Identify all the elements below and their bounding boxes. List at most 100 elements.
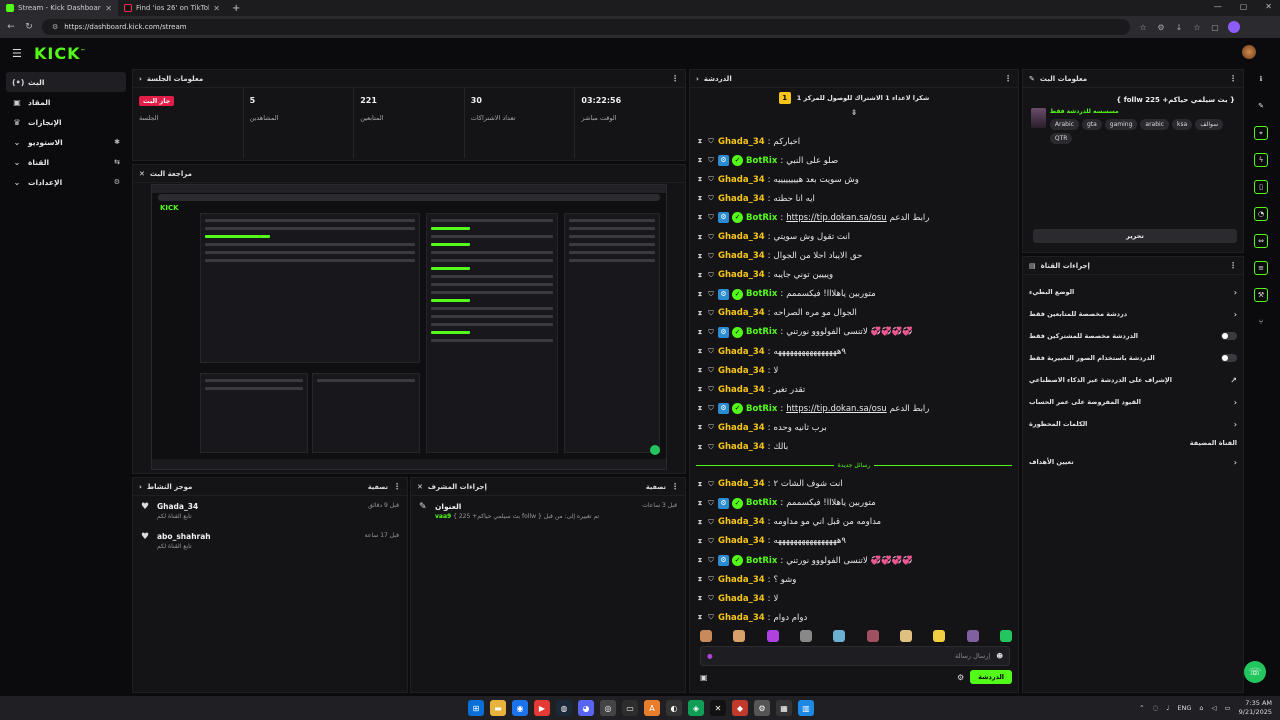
chat-message[interactable]: ⧗ ⛉ ⚙ ✓ BotRix: https://tip.dokan.sa/osu رابط …: [696, 208, 1012, 227]
chat-message[interactable]: ⧗ ⛉ ⚙ ✓ BotRix: https://tip.dokan.sa/osu رابط …: [696, 399, 1012, 418]
sidebar-item-videos[interactable]: ▣ المقاد: [6, 92, 126, 112]
pinned-message[interactable]: 1 شكرا لاعداء 1 الاشتراك للوصول للمركز 1: [690, 88, 1018, 108]
edit-icon[interactable]: ✎: [1029, 75, 1035, 83]
chat-username[interactable]: BotRix: [746, 327, 777, 337]
mic-icon[interactable]: ●: [707, 652, 713, 660]
emote-icon[interactable]: [999, 630, 1012, 642]
download-icon[interactable]: ↓: [1174, 23, 1184, 32]
chat-username[interactable]: Ghada_34: [718, 423, 765, 433]
mod-action-icon[interactable]: ⧗: [696, 252, 704, 261]
chat-message[interactable]: ⧗ ⛉ Ghada_34: مداومه من قبل اني مو مداومه: [696, 513, 1012, 532]
mod-action-icon[interactable]: ⧗: [696, 328, 704, 337]
chat-input[interactable]: ● إرسال رسالة ☻: [700, 646, 1010, 666]
chat-username[interactable]: Ghada_34: [718, 366, 765, 376]
emote-icon[interactable]: [799, 630, 812, 642]
star-icon[interactable]: ☆: [1192, 23, 1202, 32]
chat-username[interactable]: Ghada_34: [718, 613, 765, 623]
close-icon[interactable]: ✕: [417, 483, 423, 491]
crosshair-icon[interactable]: ⌖: [1254, 126, 1268, 140]
send-chat-button[interactable]: الدردشة: [970, 670, 1012, 684]
discord-icon[interactable]: ◕: [578, 700, 594, 716]
mod-action-icon[interactable]: ⧗: [696, 518, 704, 527]
sidebar-item-live[interactable]: (•) البث: [6, 72, 126, 92]
chat-message[interactable]: ⧗ ⛉ Ghada_34: تقدر تغير: [696, 380, 1012, 399]
chat-username[interactable]: Ghada_34: [718, 575, 765, 585]
more-icon[interactable]: ⋮: [671, 482, 679, 491]
chat-message[interactable]: ⧗ ⛉ Ghada_34: انت شوف الشات ٢: [696, 475, 1012, 494]
minimize-icon[interactable]: —: [1214, 2, 1222, 11]
chevron-icon[interactable]: ›: [139, 483, 142, 491]
action-ai-moderation[interactable]: الإشراف على الدردشة عبر الذكاء الاصطناعي…: [1023, 369, 1243, 391]
user-avatar[interactable]: [1242, 45, 1256, 59]
chat-username[interactable]: BotRix: [746, 556, 777, 566]
mod-action-icon[interactable]: ⧗: [696, 443, 704, 452]
close-icon[interactable]: ✕: [213, 4, 220, 13]
volume-icon[interactable]: ◁: [1212, 704, 1217, 712]
chat-message[interactable]: ⧗ ⛉ Ghada_34: لا: [696, 361, 1012, 380]
chat-username[interactable]: Ghada_34: [718, 385, 765, 395]
action-set-goals[interactable]: تعيين الأهداف ›: [1023, 451, 1243, 473]
tab-tiktok[interactable]: Find 'ios 26' on TikTok | TikTok Se ✕: [118, 0, 226, 16]
sidebar-item-studio[interactable]: ⌄ الاستوديو ✱: [6, 132, 126, 152]
lang-indicator[interactable]: ENG: [1177, 704, 1191, 712]
chat-message[interactable]: ⧗ ⛉ ⚙ ✓ BotRix: صلو على النبي: [696, 151, 1012, 170]
wrench-icon[interactable]: ⚒: [1254, 288, 1268, 302]
gift-icon[interactable]: ▣: [700, 673, 708, 682]
mod-action-icon[interactable]: ⧗: [696, 309, 704, 318]
chat-username[interactable]: BotRix: [746, 156, 777, 166]
chat-username[interactable]: Ghada_34: [718, 194, 765, 204]
list-icon[interactable]: ≡: [1254, 261, 1268, 275]
mod-action-icon[interactable]: ⧗: [696, 366, 704, 375]
tray-chevron-icon[interactable]: ⌃: [1139, 704, 1144, 712]
filter-button[interactable]: تصفية: [646, 483, 666, 491]
tag[interactable]: Arabic: [1049, 119, 1079, 130]
app-blue-icon[interactable]: ▥: [798, 700, 814, 716]
action-account-age[interactable]: القيود المفروضة على عمر الحساب ›: [1023, 391, 1243, 413]
emote-icon[interactable]: [933, 630, 946, 642]
mod-action-icon[interactable]: ⧗: [696, 423, 704, 432]
more-icon[interactable]: ⋮: [1229, 74, 1237, 83]
tag[interactable]: ksa: [1172, 119, 1193, 130]
emote-icon[interactable]: [700, 630, 712, 642]
chat-username[interactable]: Ghada_34: [718, 594, 765, 604]
tag[interactable]: gta: [1081, 119, 1102, 130]
chat-username[interactable]: Ghada_34: [718, 175, 765, 185]
chat-username[interactable]: Ghada_34: [718, 479, 765, 489]
chevron-icon[interactable]: ›: [696, 75, 699, 83]
chat-message[interactable]: ⧗ ⛉ ⚙ ✓ BotRix: متوربين ياهلااا! فيكسممم: [696, 285, 1012, 304]
chat-message[interactable]: ⧗ ⛉ Ghada_34: انت تقول وش سويتي: [696, 227, 1012, 246]
close-window-icon[interactable]: ✕: [1265, 2, 1272, 11]
mic-tray-icon[interactable]: ♩: [1166, 704, 1169, 712]
info-icon[interactable]: ℹ: [1254, 72, 1268, 86]
emote-icon[interactable]: [766, 630, 779, 642]
chat-message[interactable]: ⧗ ⛉ ⚙ ✓ BotRix: لاتنسى الفولووو نورتني 💞💞💞💞: [696, 323, 1012, 342]
chat-username[interactable]: BotRix: [746, 404, 777, 414]
back-icon[interactable]: ←: [6, 22, 16, 32]
emote-icon[interactable]: [899, 630, 912, 642]
tab-kick-dashboard[interactable]: Stream - Kick Dashboard ✕: [0, 0, 118, 16]
emote-icon[interactable]: [966, 630, 979, 642]
chat-username[interactable]: Ghada_34: [718, 137, 765, 147]
youtube-icon[interactable]: ▶: [534, 700, 550, 716]
chat-username[interactable]: Ghada_34: [718, 232, 765, 242]
sidebar-item-achievements[interactable]: ♛ الإنجازات: [6, 112, 126, 132]
emote-only-toggle[interactable]: [1221, 354, 1237, 362]
edit-stream-button[interactable]: تحرير: [1033, 229, 1237, 243]
mod-action-icon[interactable]: ⧗: [696, 385, 704, 394]
chat-message[interactable]: ⧗ ⛉ Ghada_34: وش سويت بعد هييييييييه: [696, 170, 1012, 189]
mod-action-icon[interactable]: ⧗: [696, 233, 704, 242]
chat-bubble-icon[interactable]: ◔: [1254, 207, 1268, 221]
url-field[interactable]: ⚙ https://dashboard.kick.com/stream: [42, 19, 1130, 35]
app-green-icon[interactable]: ◈: [688, 700, 704, 716]
emote-icon[interactable]: [733, 630, 746, 642]
new-tab-icon[interactable]: +: [232, 3, 240, 14]
chat-settings-icon[interactable]: ⚙: [957, 673, 964, 682]
settings-icon[interactable]: ⚙: [754, 700, 770, 716]
chat-message[interactable]: ⧗ ⛉ Ghada_34: اخباركم: [696, 132, 1012, 151]
chat-username[interactable]: Ghada_34: [718, 347, 765, 357]
emote-icon[interactable]: [866, 630, 879, 642]
tag[interactable]: سوالف: [1195, 119, 1224, 130]
chat-message[interactable]: ⧗ ⛉ Ghada_34: لا: [696, 589, 1012, 608]
reload-icon[interactable]: ↻: [24, 22, 34, 32]
chat-link[interactable]: https://tip.dokan.sa/osu: [786, 404, 886, 414]
